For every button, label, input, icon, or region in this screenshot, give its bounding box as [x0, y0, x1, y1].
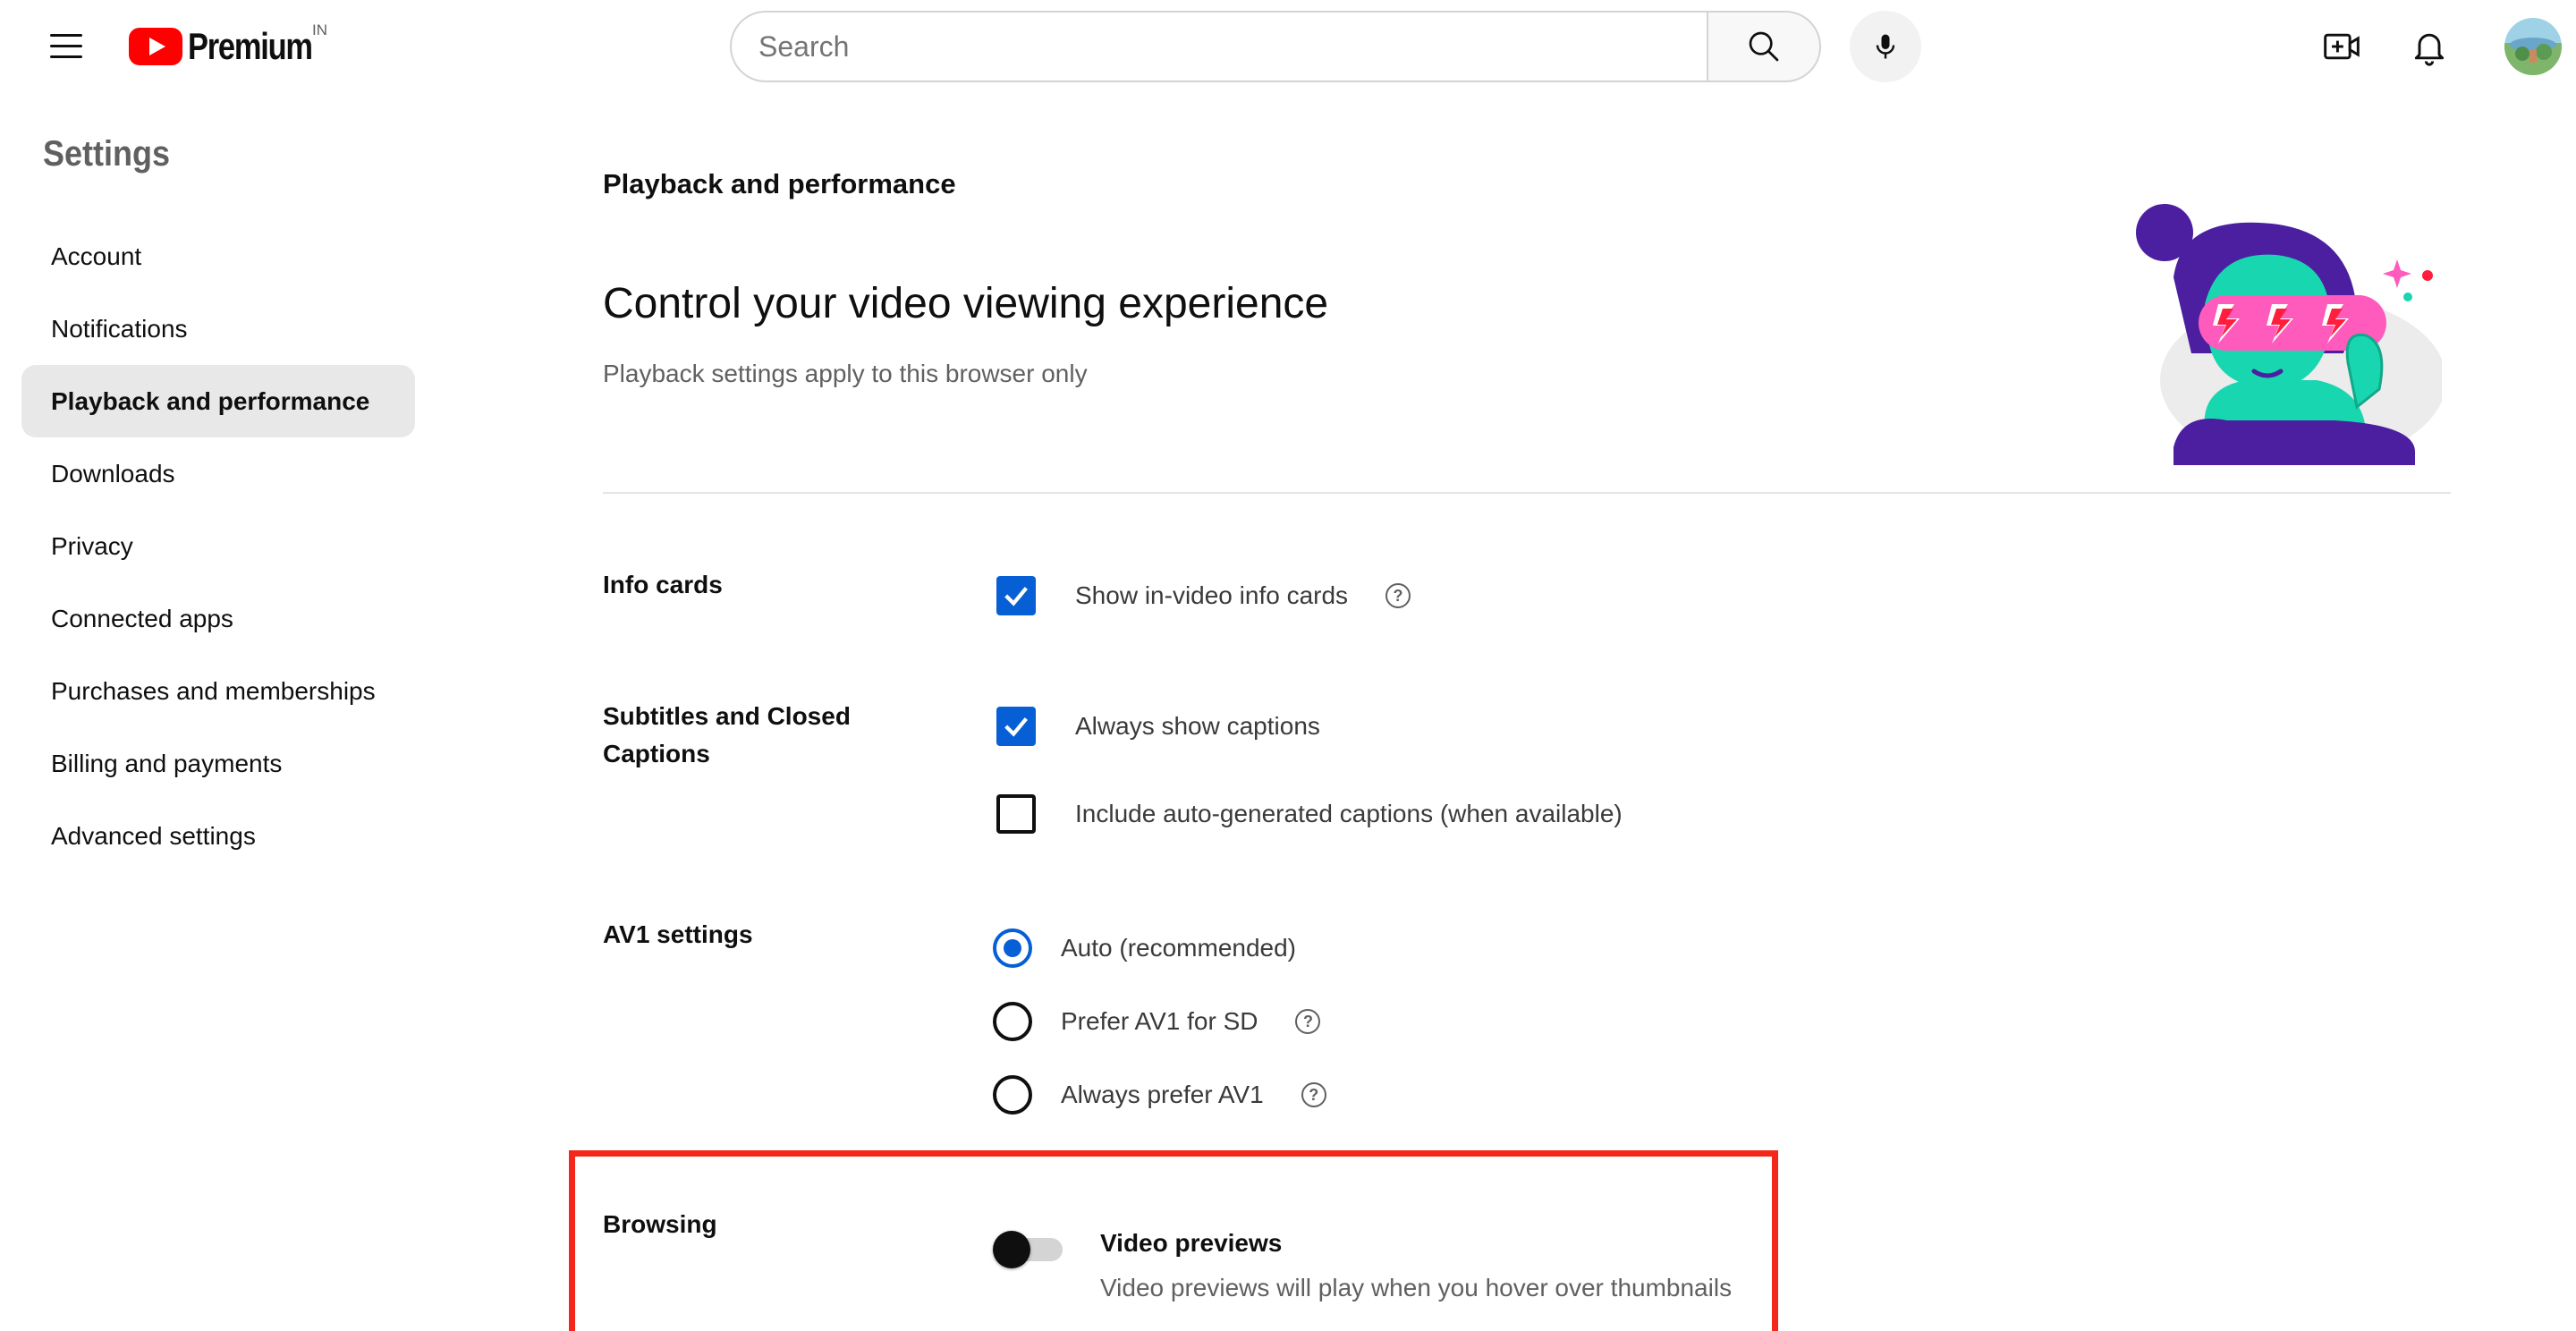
sidebar-item-connected-apps[interactable]: Connected apps: [21, 582, 415, 655]
checkmark-icon: [1004, 717, 1028, 737]
bell-icon: [2414, 33, 2445, 66]
av1-settings-label: AV1 settings: [603, 920, 753, 948]
always-show-captions-option[interactable]: Always show captions: [996, 707, 1320, 746]
sidebar-item-purchases-and-memberships[interactable]: Purchases and memberships: [21, 655, 415, 727]
av1-prefer-sd-label: Prefer AV1 for SD: [1061, 1007, 1258, 1035]
avatar[interactable]: [2504, 18, 2562, 75]
show-info-cards-checkbox[interactable]: [996, 576, 1036, 615]
show-info-cards-label: Show in-video info cards: [1075, 581, 1349, 609]
toggle-knob: [993, 1231, 1030, 1268]
youtube-premium-logo[interactable]: Premium IN: [129, 21, 339, 70]
av1-always-prefer-option[interactable]: Always prefer AV1 ?: [993, 1075, 1326, 1115]
help-icon[interactable]: ?: [1301, 1082, 1326, 1107]
menu-icon[interactable]: [43, 29, 89, 64]
country-code: IN: [312, 21, 327, 38]
brand-name: Premium: [188, 25, 313, 67]
checkmark-icon: [1004, 587, 1028, 606]
search-bar: [730, 11, 1821, 82]
top-bar: Premium IN: [0, 0, 2576, 93]
auto-generated-captions-option[interactable]: Include auto-generated captions (when av…: [996, 794, 1623, 834]
auto-generated-captions-checkbox[interactable]: [996, 794, 1036, 834]
mic-icon: [1876, 34, 1895, 59]
av1-auto-radio[interactable]: [993, 928, 1032, 968]
notifications-button[interactable]: [2404, 21, 2454, 72]
page-title: Control your video viewing experience: [603, 280, 1329, 327]
av1-prefer-sd-radio[interactable]: [993, 1002, 1032, 1041]
create-button[interactable]: [2317, 21, 2367, 72]
create-video-icon: [2324, 33, 2360, 60]
sidebar-item-account[interactable]: Account: [21, 220, 415, 292]
video-previews-toggle[interactable]: [993, 1231, 1064, 1268]
sidebar-item-advanced-settings[interactable]: Advanced settings: [21, 800, 415, 872]
av1-always-prefer-label: Always prefer AV1: [1061, 1081, 1264, 1108]
captions-label: Subtitles and Closed Captions: [603, 702, 851, 767]
settings-sidebar: Account Notifications Playback and perfo…: [21, 220, 415, 872]
help-icon[interactable]: ?: [1385, 583, 1411, 608]
sidebar-item-downloads[interactable]: Downloads: [21, 437, 415, 510]
section-heading: Playback and performance: [603, 168, 956, 199]
av1-always-prefer-radio[interactable]: [993, 1075, 1032, 1115]
sidebar-item-privacy[interactable]: Privacy: [21, 510, 415, 582]
playback-illustration: [2136, 204, 2442, 465]
sidebar-item-notifications[interactable]: Notifications: [21, 292, 415, 365]
youtube-logo-icon: [129, 28, 182, 65]
avatar-image: [2504, 18, 2562, 75]
help-icon[interactable]: ?: [1295, 1009, 1321, 1034]
sidebar-item-playback-and-performance[interactable]: Playback and performance: [21, 365, 415, 437]
av1-prefer-sd-option[interactable]: Prefer AV1 for SD ?: [993, 1002, 1321, 1041]
section-divider: [603, 492, 2451, 494]
always-show-captions-checkbox[interactable]: [996, 707, 1036, 746]
always-show-captions-label: Always show captions: [1075, 712, 1320, 740]
page-subtitle: Playback settings apply to this browser …: [603, 360, 1088, 387]
voice-search-button[interactable]: [1850, 11, 1921, 82]
av1-auto-option[interactable]: Auto (recommended): [993, 928, 1296, 968]
show-info-cards-option[interactable]: Show in-video info cards ?: [996, 576, 1411, 615]
video-previews-description: Video previews will play when you hover …: [1100, 1274, 1733, 1301]
info-cards-label: Info cards: [603, 571, 723, 598]
sidebar-item-billing-and-payments[interactable]: Billing and payments: [21, 727, 415, 800]
search-icon: [1749, 31, 1779, 62]
settings-title: Settings: [43, 134, 171, 174]
auto-generated-captions-label: Include auto-generated captions (when av…: [1075, 800, 1623, 827]
browsing-label: Browsing: [603, 1210, 717, 1238]
search-button[interactable]: [1707, 11, 1821, 82]
search-input[interactable]: [730, 11, 1707, 82]
video-previews-title: Video previews: [1100, 1229, 1283, 1257]
av1-auto-label: Auto (recommended): [1061, 934, 1297, 962]
